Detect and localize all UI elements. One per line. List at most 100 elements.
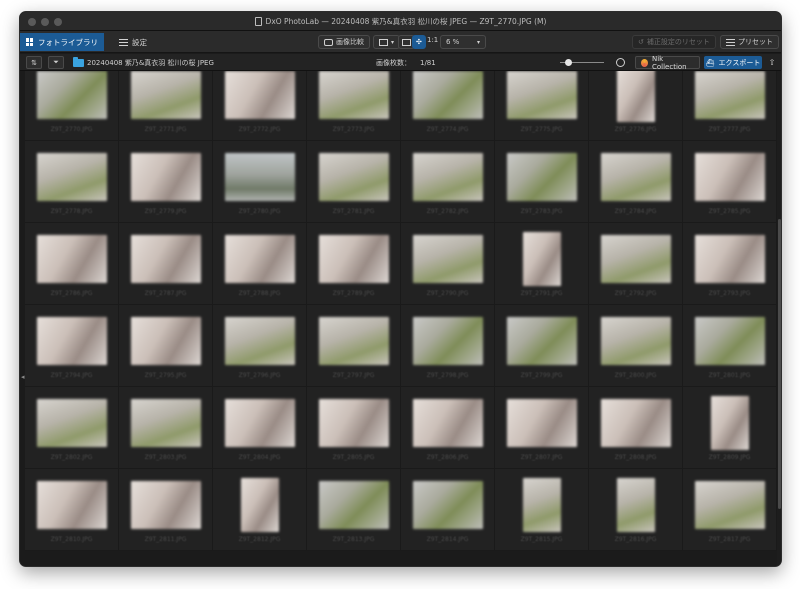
- thumbnail-cell[interactable]: Z9T_2776.JPG: [589, 71, 683, 141]
- thumbnail-image[interactable]: [36, 398, 107, 447]
- minimize-window-button[interactable]: [41, 18, 49, 26]
- thumbnail-image[interactable]: [412, 480, 483, 529]
- move-tool-button[interactable]: ✣: [412, 35, 426, 49]
- thumbnail-image[interactable]: [318, 71, 389, 119]
- thumbnail-cell[interactable]: Z9T_2787.JPG: [119, 223, 213, 305]
- thumbnail-cell[interactable]: Z9T_2799.JPG: [495, 305, 589, 387]
- thumbnail-image[interactable]: [412, 316, 483, 365]
- thumbnail-image[interactable]: [318, 234, 389, 283]
- thumbnail-image[interactable]: [224, 152, 295, 201]
- thumbnail-cell[interactable]: Z9T_2806.JPG: [401, 387, 495, 469]
- ratio-label[interactable]: 1:1: [427, 36, 438, 44]
- thumbnail-cell[interactable]: Z9T_2785.JPG: [683, 141, 777, 223]
- thumbnail-cell[interactable]: Z9T_2809.JPG: [683, 387, 777, 469]
- thumbnail-image[interactable]: [130, 480, 201, 529]
- thumbnail-cell[interactable]: Z9T_2786.JPG: [25, 223, 119, 305]
- tab-photo-library[interactable]: フォトライブラリ: [20, 33, 104, 51]
- compare-button[interactable]: 画像比較: [318, 35, 370, 49]
- thumbnail-cell[interactable]: Z9T_2804.JPG: [213, 387, 307, 469]
- thumbnail-cell[interactable]: Z9T_2817.JPG: [683, 469, 777, 551]
- thumbnail-cell[interactable]: Z9T_2770.JPG: [25, 71, 119, 141]
- sort-button[interactable]: ⇅: [26, 56, 42, 69]
- thumbnail-cell[interactable]: Z9T_2775.JPG: [495, 71, 589, 141]
- thumbnail-cell[interactable]: Z9T_2805.JPG: [307, 387, 401, 469]
- thumbnail-cell[interactable]: Z9T_2788.JPG: [213, 223, 307, 305]
- thumbnail-image[interactable]: [694, 316, 765, 365]
- layout-menu-button[interactable]: ▾: [373, 35, 401, 49]
- thumbnail-image[interactable]: [130, 152, 201, 201]
- thumbnail-image[interactable]: [694, 71, 765, 119]
- thumbnail-cell[interactable]: Z9T_2774.JPG: [401, 71, 495, 141]
- thumbnail-cell[interactable]: Z9T_2784.JPG: [589, 141, 683, 223]
- thumbnail-cell[interactable]: Z9T_2773.JPG: [307, 71, 401, 141]
- thumbnail-cell[interactable]: Z9T_2796.JPG: [213, 305, 307, 387]
- thumbnail-cell[interactable]: Z9T_2802.JPG: [25, 387, 119, 469]
- thumbnail-image[interactable]: [224, 234, 295, 283]
- thumbnail-image[interactable]: [130, 398, 201, 447]
- thumbnail-cell[interactable]: Z9T_2792.JPG: [589, 223, 683, 305]
- thumbnail-cell[interactable]: Z9T_2790.JPG: [401, 223, 495, 305]
- thumbnail-image[interactable]: [318, 316, 389, 365]
- thumbnail-cell[interactable]: Z9T_2789.JPG: [307, 223, 401, 305]
- thumbnail-image[interactable]: [36, 316, 107, 365]
- thumbnail-image[interactable]: [600, 152, 671, 201]
- thumbnail-cell[interactable]: Z9T_2777.JPG: [683, 71, 777, 141]
- export-button[interactable]: ⛴ エクスポート: [704, 56, 762, 69]
- thumbnail-size-slider-knob[interactable]: [565, 59, 572, 66]
- thumbnail-image[interactable]: [694, 480, 765, 529]
- thumbnail-image[interactable]: [130, 316, 201, 365]
- thumbnail-image[interactable]: [600, 316, 671, 365]
- thumbnail-image[interactable]: [36, 152, 107, 201]
- thumbnail-image[interactable]: [616, 71, 655, 122]
- thumbnail-image[interactable]: [130, 71, 201, 119]
- thumbnail-image[interactable]: [36, 234, 107, 283]
- thumbnail-cell[interactable]: Z9T_2816.JPG: [589, 469, 683, 551]
- thumbnail-cell[interactable]: Z9T_2783.JPG: [495, 141, 589, 223]
- thumbnail-cell[interactable]: Z9T_2771.JPG: [119, 71, 213, 141]
- thumbnail-cell[interactable]: Z9T_2779.JPG: [119, 141, 213, 223]
- thumbnail-image[interactable]: [224, 71, 295, 119]
- thumbnail-image[interactable]: [318, 398, 389, 447]
- thumbnail-cell[interactable]: Z9T_2803.JPG: [119, 387, 213, 469]
- thumbnail-image[interactable]: [522, 477, 561, 532]
- thumbnail-image[interactable]: [36, 71, 107, 119]
- thumbnail-image[interactable]: [412, 398, 483, 447]
- thumbnail-cell[interactable]: Z9T_2813.JPG: [307, 469, 401, 551]
- thumbnail-cell[interactable]: Z9T_2801.JPG: [683, 305, 777, 387]
- close-window-button[interactable]: [28, 18, 36, 26]
- thumbnail-cell[interactable]: Z9T_2772.JPG: [213, 71, 307, 141]
- zoom-select[interactable]: 6 % ▾: [440, 35, 486, 49]
- thumbnail-image[interactable]: [616, 477, 655, 532]
- thumbnail-cell[interactable]: Z9T_2798.JPG: [401, 305, 495, 387]
- zoom-window-button[interactable]: [54, 18, 62, 26]
- thumbnail-cell[interactable]: Z9T_2791.JPG: [495, 223, 589, 305]
- filter-button[interactable]: ⏷: [48, 56, 64, 69]
- thumbnail-image[interactable]: [224, 398, 295, 447]
- thumbnail-image[interactable]: [600, 398, 671, 447]
- thumbnail-image[interactable]: [506, 398, 577, 447]
- thumbnail-image[interactable]: [318, 152, 389, 201]
- reset-corrections-button[interactable]: ↺ 補正設定のリセット: [632, 35, 716, 49]
- grid-scrollbar-thumb[interactable]: [778, 219, 781, 509]
- thumbnail-image[interactable]: [694, 152, 765, 201]
- thumbnail-image[interactable]: [36, 480, 107, 529]
- thumbnail-cell[interactable]: Z9T_2780.JPG: [213, 141, 307, 223]
- preset-button[interactable]: プリセット: [720, 35, 779, 49]
- thumbnail-cell[interactable]: Z9T_2793.JPG: [683, 223, 777, 305]
- thumbnail-image[interactable]: [130, 234, 201, 283]
- thumbnail-image[interactable]: [600, 234, 671, 283]
- window-controls[interactable]: [28, 18, 62, 26]
- thumbnail-cell[interactable]: Z9T_2808.JPG: [589, 387, 683, 469]
- thumbnail-image[interactable]: [224, 316, 295, 365]
- view-options-button[interactable]: [616, 56, 625, 69]
- thumbnail-cell[interactable]: Z9T_2794.JPG: [25, 305, 119, 387]
- thumbnail-image[interactable]: [506, 71, 577, 119]
- thumbnail-image[interactable]: [412, 234, 483, 283]
- thumbnail-image[interactable]: [412, 71, 483, 119]
- thumbnail-cell[interactable]: Z9T_2814.JPG: [401, 469, 495, 551]
- thumbnail-cell[interactable]: Z9T_2810.JPG: [25, 469, 119, 551]
- tab-settings[interactable]: 設定: [113, 33, 153, 51]
- thumbnail-cell[interactable]: Z9T_2815.JPG: [495, 469, 589, 551]
- thumbnail-cell[interactable]: Z9T_2781.JPG: [307, 141, 401, 223]
- nik-collection-button[interactable]: Nik Collection: [635, 55, 700, 71]
